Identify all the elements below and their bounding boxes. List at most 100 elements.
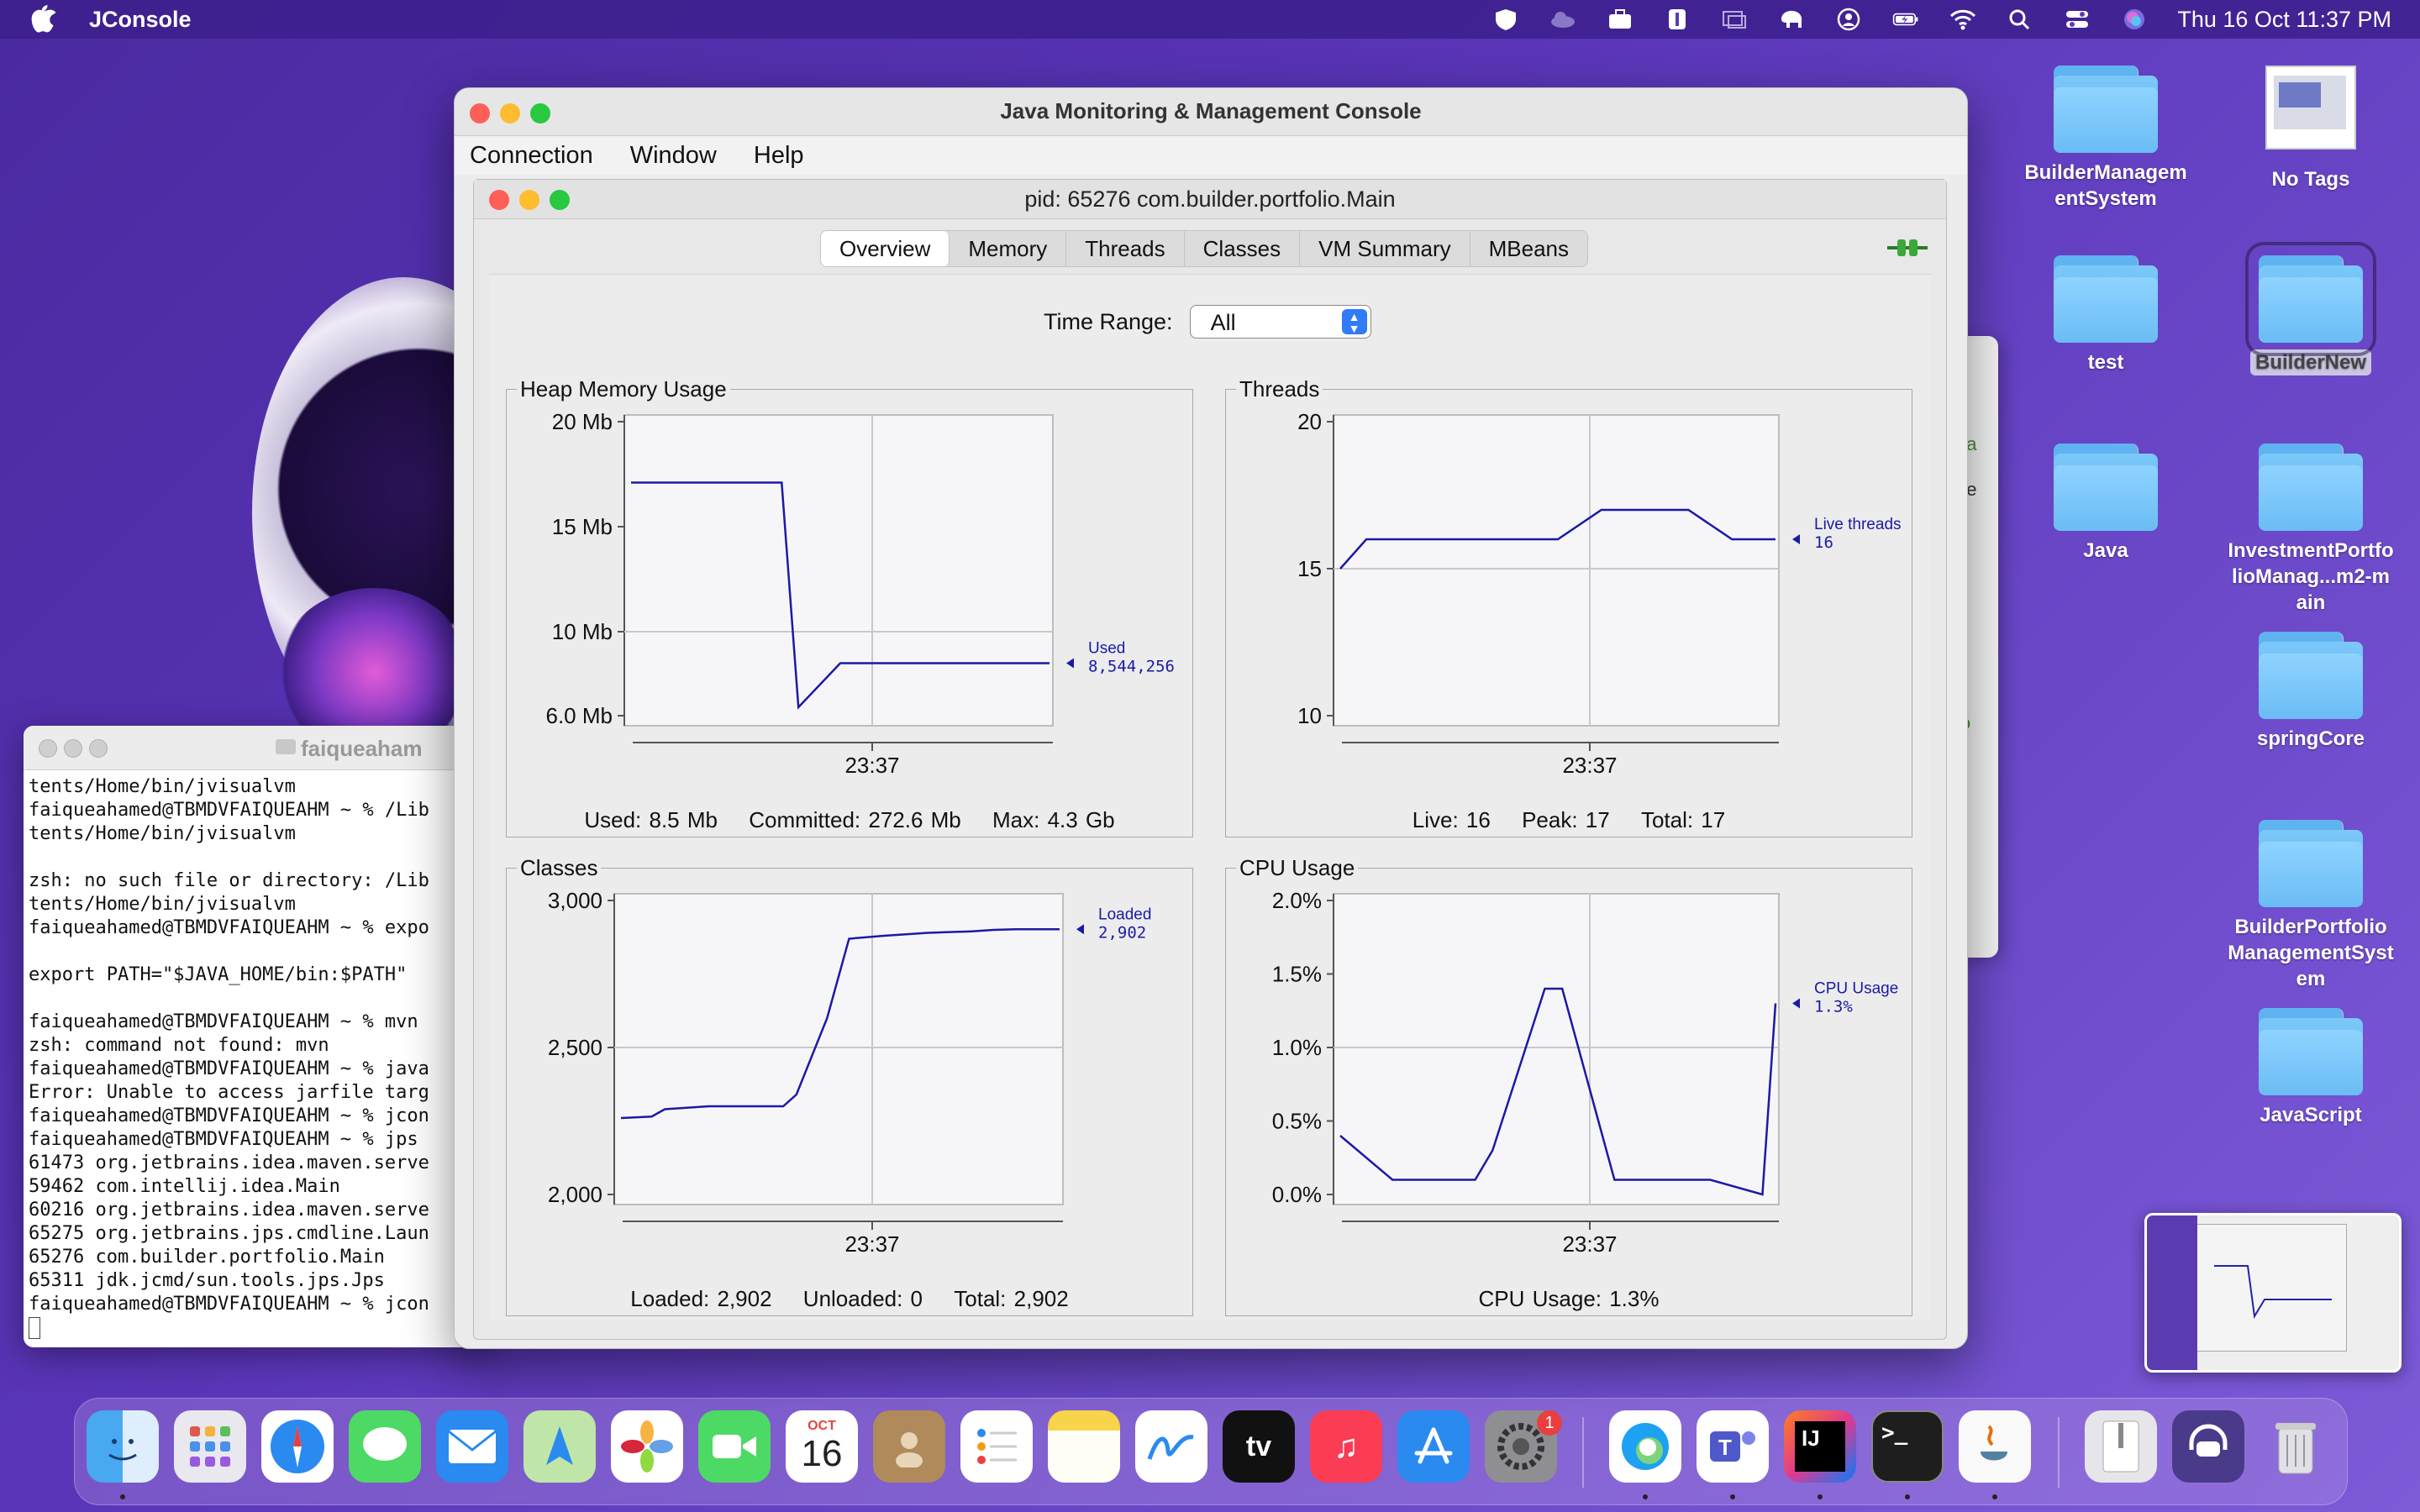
apple-icon[interactable]	[30, 5, 55, 34]
terminal-line: faiqueahamed@TBMDVFAIQUEAHM ~ % java	[29, 1058, 429, 1079]
safari-icon[interactable]	[261, 1410, 334, 1483]
classes-total: Total: 2,902	[954, 1286, 1069, 1311]
finder-icon[interactable]	[87, 1410, 159, 1483]
close-button[interactable]	[39, 739, 57, 758]
tab-classes[interactable]: Classes	[1185, 231, 1301, 266]
desktop-folder-builderportfoliomanagementsystem[interactable]: BuilderPortfolioManagementSystem	[2218, 820, 2403, 992]
menu-help[interactable]: Help	[754, 142, 804, 170]
calendar-icon[interactable]: OCT 16	[786, 1410, 858, 1483]
desktop-icon-label: springCore	[2256, 727, 2365, 750]
teams-icon[interactable]: T	[1697, 1410, 1769, 1483]
notification-badge: 1	[1537, 1410, 1562, 1436]
heap-memory-panel[interactable]: Heap Memory Usage 20 Mb 15 Mb 10 Mb 6.0 Mb 2…	[506, 376, 1193, 837]
y-tick-label: 10	[1297, 703, 1322, 728]
menubar-clock[interactable]: Thu 16 Oct 11:37 PM	[2177, 7, 2391, 33]
tab-mbeans[interactable]: MBeans	[1470, 231, 1587, 266]
tab-overview[interactable]: Overview	[821, 231, 950, 266]
tv-icon[interactable]: tv	[1223, 1410, 1295, 1483]
heap-used: Used: 8.5 Mb	[584, 807, 718, 832]
messages-icon[interactable]	[349, 1410, 421, 1483]
launchpad-icon[interactable]	[174, 1410, 246, 1483]
desktop-file-no-tags[interactable]: No Tags	[2218, 66, 2403, 192]
classes-chart[interactable]: 3,000 2,500 2,000 23:37 Loaded2,902	[507, 869, 1192, 1263]
menu-window[interactable]: Window	[630, 142, 717, 170]
sidebar-icon[interactable]	[1663, 7, 1691, 32]
battery-icon[interactable]	[1891, 7, 1920, 32]
legend-series-name: CPU Usage	[1814, 980, 1898, 998]
terminal-line: 65311 jdk.jcmd/sun.tools.jps.Jps	[29, 1270, 385, 1291]
legend-series-value: 8,544,256	[1088, 658, 1175, 676]
app-menu-name[interactable]: JConsole	[89, 7, 192, 33]
java-icon[interactable]	[1959, 1410, 2031, 1483]
trash-icon[interactable]	[2260, 1410, 2332, 1483]
menu-connection[interactable]: Connection	[470, 142, 593, 170]
classes-loaded: Loaded: 2,902	[630, 1286, 772, 1311]
threads-chart[interactable]: 20 15 10 23:37 Live threads16	[1226, 390, 1912, 785]
folder-icon	[2054, 255, 2158, 343]
contacts-icon[interactable]	[873, 1410, 945, 1483]
zoom-button[interactable]	[89, 739, 108, 758]
edge-icon[interactable]	[1609, 1410, 1681, 1483]
elephant-icon[interactable]	[1777, 7, 1806, 32]
desktop-folder-springcore[interactable]: springCore	[2218, 632, 2403, 752]
screenshot-preview-thumbnail[interactable]	[2144, 1213, 2402, 1373]
internal-frame-titlebar[interactable]: pid: 65276 com.builder.portfolio.Main	[474, 180, 1946, 219]
cpu-usage-chart[interactable]: 2.0% 1.5% 1.0% 0.5% 0.0% 23:37 CPU Usage1.3%	[1226, 869, 1912, 1263]
desktop-folder-buildernew[interactable]: BuilderNew	[2218, 242, 2403, 375]
search-icon[interactable]	[2006, 7, 2034, 32]
freeform-icon[interactable]	[1135, 1410, 1207, 1483]
desktop-folder-javascript[interactable]: JavaScript	[2218, 1008, 2403, 1128]
screen-mirror-icon[interactable]	[1720, 7, 1749, 32]
desktop-folder-test[interactable]: test	[2013, 255, 2198, 375]
zip-icon[interactable]	[2085, 1410, 2157, 1483]
minimize-button[interactable]	[64, 739, 82, 758]
cloud-icon[interactable]	[1549, 7, 1577, 32]
desktop-folder-investmentportfolio[interactable]: InvestmentPortfolioManag...m2-main	[2218, 444, 2403, 616]
heap-memory-chart[interactable]: 20 Mb 15 Mb 10 Mb 6.0 Mb 23:37 Used8,544,256	[507, 390, 1192, 785]
briefcase-icon[interactable]	[1606, 7, 1634, 32]
classes-panel[interactable]: Classes 3,000 2,500 2,000 23:37 Loaded 2,902 …	[506, 855, 1193, 1316]
control-center-icon[interactable]	[2063, 7, 2091, 32]
classes-unloaded: Unloaded: 0	[802, 1286, 923, 1311]
folder-icon	[2259, 632, 2363, 719]
jconsole-window[interactable]: Java Monitoring & Management Console Con…	[454, 87, 1968, 1349]
notes-icon[interactable]	[1048, 1410, 1120, 1483]
wifi-icon[interactable]	[1949, 7, 1977, 32]
reminders-icon[interactable]	[960, 1410, 1033, 1483]
time-range-select[interactable]: All ▲ ▼	[1189, 305, 1371, 339]
shield-icon[interactable]	[1491, 7, 1520, 32]
tab-vm-summary[interactable]: VM Summary	[1300, 231, 1470, 266]
desktop-folder-buildermanagementsystem[interactable]: BuilderManagementSystem	[2013, 66, 2198, 212]
time-range-value: All	[1210, 310, 1236, 335]
maps-icon[interactable]	[523, 1410, 596, 1483]
window-titlebar[interactable]: Java Monitoring & Management Console	[455, 88, 1967, 136]
tab-memory[interactable]: Memory	[950, 231, 1067, 266]
desktop-folder-java[interactable]: Java	[2013, 444, 2198, 564]
terminal-title: faiqueaham	[301, 736, 423, 761]
terminal-window[interactable]: faiqueaham tents/Home/bin/jvisualvm faiqu…	[24, 726, 494, 1347]
facetime-icon[interactable]	[698, 1410, 771, 1483]
folder-icon	[2259, 444, 2363, 531]
siri-icon[interactable]	[2120, 7, 2149, 32]
cpu-usage-panel[interactable]: CPU Usage 2.0% 1.5% 1.0% 0.5% 0.0% 23:37 CPU U…	[1225, 855, 1912, 1316]
y-tick-label: 0.0%	[1272, 1182, 1322, 1207]
desktop-icon-label: JavaScript	[2260, 1104, 2362, 1126]
mail-icon[interactable]	[436, 1410, 508, 1483]
overview-panel: Time Range: All ▲ ▼ Heap Memory Usage 20 …	[489, 274, 1931, 1320]
user-circle-icon[interactable]	[1834, 7, 1863, 32]
terminal-titlebar[interactable]: faiqueaham	[24, 726, 494, 770]
x-tick-label: 23:37	[1562, 1231, 1617, 1257]
threads-panel[interactable]: Threads 20 15 10 23:37 Live threads 16 Live: …	[1225, 376, 1912, 837]
connection-status-icon[interactable]	[1887, 237, 1928, 259]
terminal-line: faiqueahamed@TBMDVFAIQUEAHM ~ % /Lib	[29, 800, 429, 821]
desktop-icon-label: No Tags	[2271, 168, 2350, 191]
photos-icon[interactable]	[611, 1410, 683, 1483]
tab-threads[interactable]: Threads	[1066, 231, 1185, 266]
terminal-output[interactable]: tents/Home/bin/jvisualvm faiqueahamed@TBM…	[24, 770, 494, 1345]
music-icon[interactable]: ♫	[1310, 1410, 1382, 1483]
app-store-icon[interactable]	[1397, 1410, 1470, 1483]
internal-frame[interactable]: pid: 65276 com.builder.portfolio.Main Ov…	[473, 179, 1947, 1340]
intellij-icon[interactable]: IJ	[1784, 1410, 1856, 1483]
support-icon[interactable]	[2172, 1410, 2244, 1483]
terminal-icon[interactable]: >_	[1871, 1410, 1944, 1483]
